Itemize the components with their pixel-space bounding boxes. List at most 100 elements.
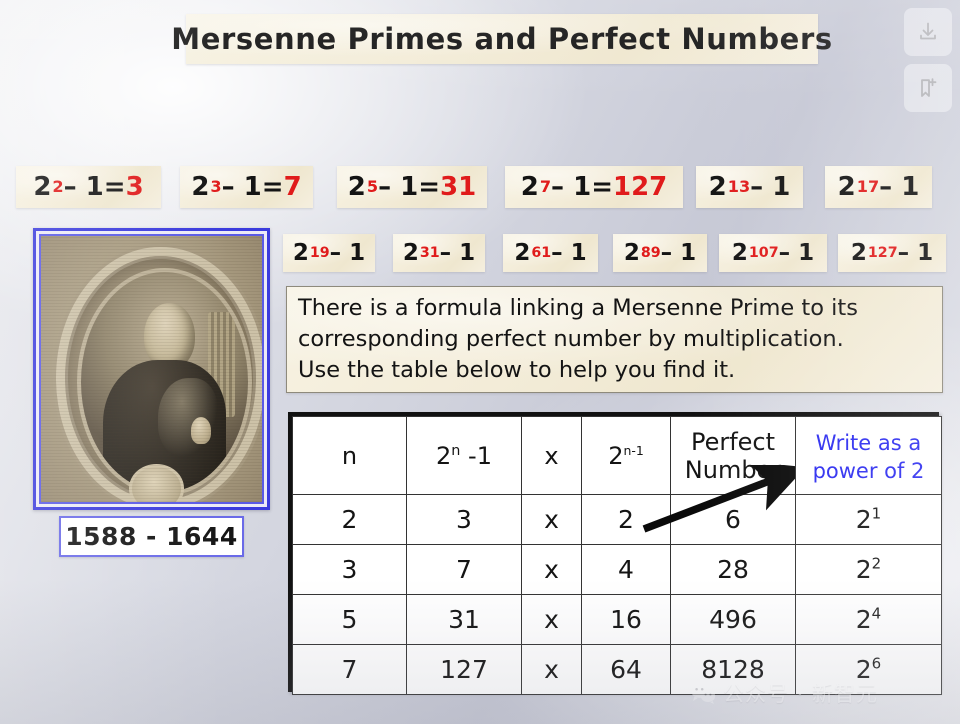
bookmark-button[interactable]	[904, 64, 952, 112]
formula-base: 2	[402, 240, 419, 266]
cell-as-power-exp: 2	[871, 554, 882, 573]
cell-times: x	[521, 544, 582, 595]
cell-as-power: 22	[795, 544, 942, 595]
formula-base: 2	[623, 240, 640, 266]
header-power-base: 2	[608, 441, 624, 470]
portrait-dates-text: 1588 - 1644	[65, 522, 238, 551]
portrait-head	[144, 302, 195, 369]
formula-minus: – 1	[897, 240, 934, 266]
cell-mersenne: 31	[406, 594, 522, 645]
formula-base: 2	[837, 172, 856, 202]
cell-power: 64	[581, 644, 671, 695]
slide-canvas: Mersenne Primes and Perfect Numbers 22 –…	[0, 0, 960, 724]
bookmark-add-icon	[921, 78, 937, 97]
formula-chip: 2 61 – 1	[503, 234, 598, 272]
formula-minus: – 1	[63, 172, 104, 202]
portrait-dates-label: 1588 - 1644	[59, 516, 244, 557]
header-write-line-2: power of 2	[812, 458, 925, 483]
cell-mersenne: 7	[406, 544, 522, 595]
cell-perfect: 28	[670, 544, 796, 595]
formula-base: 2	[33, 172, 52, 202]
formula-chip: 27 – 1 = 127	[505, 166, 683, 208]
header-times: x	[521, 416, 582, 495]
cell-as-power: 26	[795, 644, 942, 695]
formula-minus: – 1	[879, 172, 920, 202]
cell-as-power-base: 2	[855, 655, 872, 684]
formula-base: 2	[708, 172, 727, 202]
download-icon	[920, 22, 936, 40]
formula-base: 2	[292, 240, 309, 266]
cell-perfect: 6	[670, 494, 796, 545]
download-button[interactable]	[904, 8, 952, 56]
cell-times: x	[521, 494, 582, 545]
formula-minus: – 1	[439, 240, 476, 266]
cell-as-power-exp: 6	[871, 654, 882, 673]
formula-base: 2	[191, 172, 210, 202]
formula-minus: – 1	[660, 240, 697, 266]
slide-title-box: Mersenne Primes and Perfect Numbers	[171, 14, 832, 64]
table-row: 7 127 x 64 8128 26	[292, 644, 942, 695]
page-title: Mersenne Primes and Perfect Numbers	[171, 22, 833, 56]
formula-chip: 2 17 – 1	[825, 166, 932, 208]
portrait-oval-inner	[76, 267, 253, 497]
cell-n: 7	[292, 644, 407, 695]
formula-minus: – 1	[750, 172, 791, 202]
table-row: 2 3 x 2 6 21	[292, 494, 942, 545]
table-header-row: n 2n -1 x 2n-1 Perfect Number Write as ap…	[292, 416, 942, 495]
header-write-line-1: Write as a	[815, 430, 922, 455]
formula-equals: =	[261, 172, 284, 202]
formula-chip: 2 89 – 1	[613, 234, 707, 272]
formula-minus: – 1	[378, 172, 419, 202]
cell-power: 4	[581, 544, 671, 595]
formula-equals: =	[418, 172, 441, 202]
formula-base: 2	[520, 172, 539, 202]
cell-times: x	[521, 644, 582, 695]
cell-as-power-base: 2	[855, 605, 872, 634]
header-n: n	[292, 416, 407, 495]
cell-as-power: 24	[795, 594, 942, 645]
header-write-as-power: Write as a power of 2	[795, 416, 942, 495]
portrait-image	[39, 234, 264, 504]
cell-as-power: 21	[795, 494, 942, 545]
explanation-line-3: Use the table below to help you find it.	[298, 357, 736, 383]
formula-minus: – 1	[778, 240, 815, 266]
table-row: 3 7 x 4 28 22	[292, 544, 942, 595]
cell-n: 2	[292, 494, 407, 545]
formula-chip: 2 31 – 1	[393, 234, 485, 272]
formula-chip: 2 13 – 1	[696, 166, 803, 208]
formula-equals: =	[591, 172, 613, 202]
portrait-shoulder-highlight	[157, 377, 218, 457]
formula-minus: – 1	[551, 240, 587, 266]
cell-perfect: 8128	[670, 644, 796, 695]
cell-as-power-exp: 4	[871, 604, 882, 623]
portrait-cartouche	[129, 464, 184, 502]
perfect-numbers-table: n 2n -1 x 2n-1 Perfect Number Write as ap…	[288, 412, 942, 695]
formula-chip: 2 127 – 1	[838, 234, 946, 272]
header-mersenne-base: 2	[436, 441, 452, 470]
header-perfect-line-1: Perfect	[690, 427, 776, 456]
header-perfect-number: Perfect Number	[670, 416, 796, 495]
header-power: 2n-1	[581, 416, 671, 495]
header-mersenne: 2n -1	[406, 416, 522, 495]
mersenne-portrait	[33, 228, 270, 510]
formula-base: 2	[347, 172, 366, 202]
formula-chip: 25 – 1 = 31	[337, 166, 487, 208]
cell-n: 3	[292, 544, 407, 595]
formula-minus: – 1	[329, 240, 366, 266]
explanation-line-2: corresponding perfect number by multipli…	[298, 326, 844, 352]
formula-base: 2	[514, 240, 531, 266]
formula-base: 2	[731, 240, 748, 266]
cell-mersenne: 127	[406, 644, 522, 695]
formula-chip: 23 – 1 = 7	[180, 166, 313, 208]
cell-n: 5	[292, 594, 407, 645]
formula-minus: – 1	[221, 172, 262, 202]
formula-minus: – 1	[551, 172, 592, 202]
cell-power: 16	[581, 594, 671, 645]
cell-mersenne: 3	[406, 494, 522, 545]
cell-as-power-base: 2	[855, 505, 872, 534]
header-power-exp: n-1	[623, 442, 644, 458]
formula-chip: 2 19 – 1	[283, 234, 375, 272]
explanation-line-1: There is a formula linking a Mersenne Pr…	[298, 295, 858, 321]
header-mersenne-tail: -1	[460, 441, 492, 470]
table-row: 5 31 x 16 496 24	[292, 594, 942, 645]
